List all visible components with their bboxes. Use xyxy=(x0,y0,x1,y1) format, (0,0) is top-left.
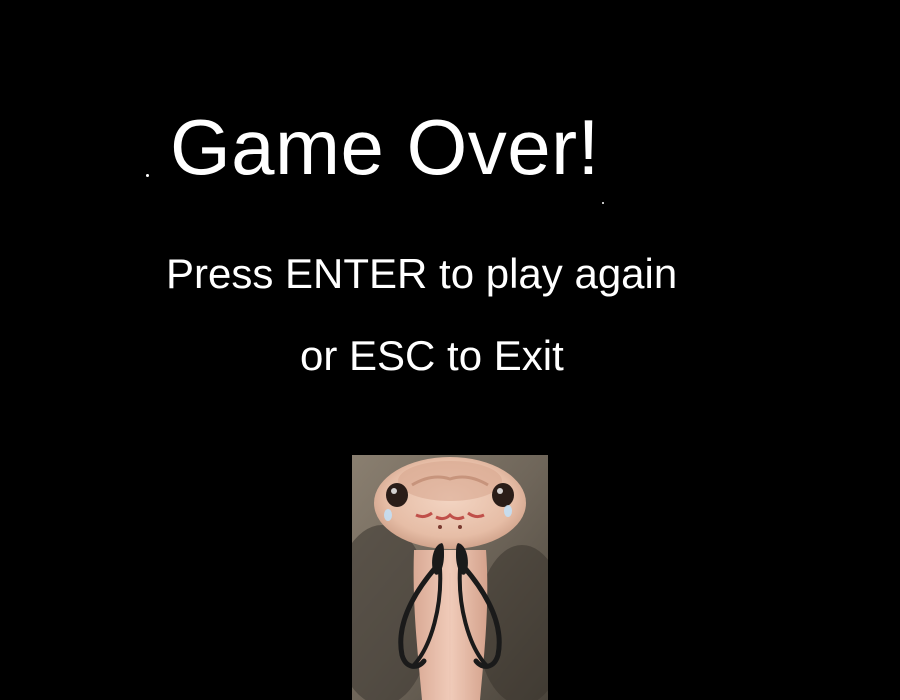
crying-snake-image xyxy=(352,455,548,700)
speck-decoration xyxy=(602,202,604,204)
game-over-title: Game Over! xyxy=(170,103,600,191)
speck-decoration xyxy=(146,174,149,177)
game-over-screen: Game Over! Press ENTER to play again or … xyxy=(0,0,900,700)
play-again-instruction: Press ENTER to play again xyxy=(166,250,678,297)
exit-instruction: or ESC to Exit xyxy=(300,332,564,379)
